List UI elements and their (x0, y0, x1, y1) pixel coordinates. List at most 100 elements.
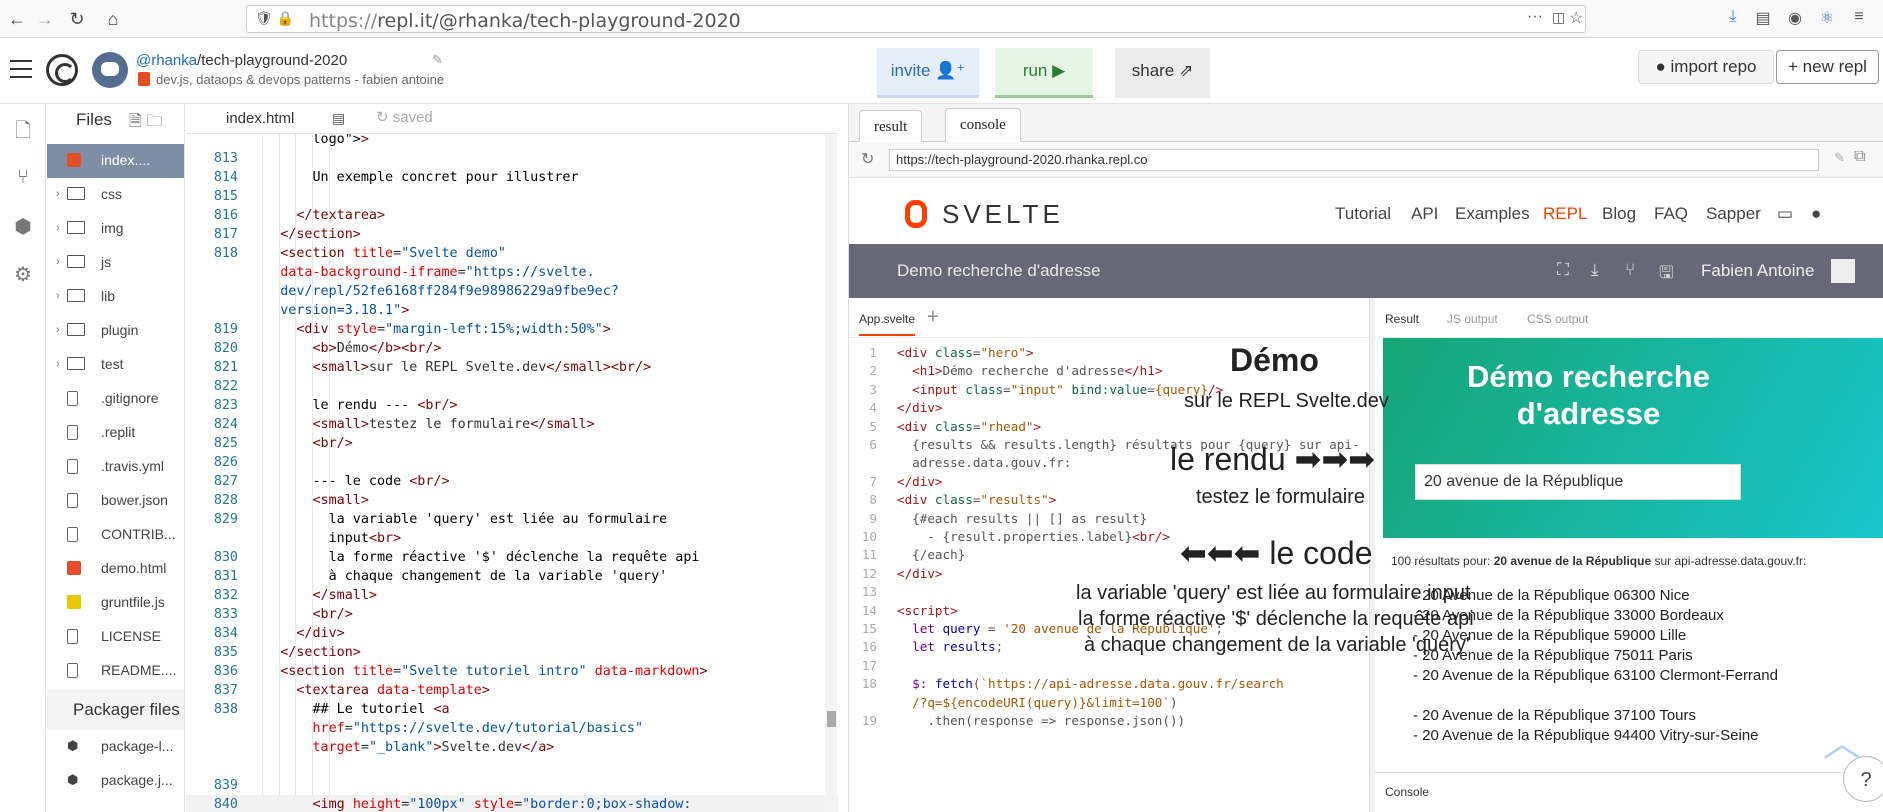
file-item[interactable]: .travis.yml (47, 450, 184, 484)
file-item[interactable]: index.... (47, 144, 184, 178)
code-line[interactable]: 814 Un exemple concret pour illustrer (186, 168, 838, 187)
code-line[interactable]: 838 ## Le tutoriel <a (186, 700, 838, 719)
hamburger-icon[interactable] (10, 60, 32, 78)
webview-url-input[interactable]: https://tech-playground-2020.rhanka.repl… (889, 149, 1819, 171)
chat-icon[interactable]: ▭ (1777, 204, 1793, 224)
code-line[interactable]: 832 </small> (186, 586, 838, 605)
forward-icon[interactable]: → (34, 8, 56, 30)
chevron-right-icon[interactable]: › (56, 348, 60, 380)
code-line[interactable]: 837 <textarea data-template> (186, 681, 838, 700)
code-line[interactable]: 817 </section> (186, 225, 838, 244)
nav-blog[interactable]: Blog (1602, 204, 1636, 224)
format-icon[interactable]: ▤ (332, 110, 345, 127)
download-icon[interactable]: ⤓ (1591, 260, 1599, 280)
pocket-icon[interactable]: ◫ (1552, 9, 1565, 26)
home-icon[interactable]: ⌂ (102, 8, 124, 30)
tab-index-html[interactable]: index.html (226, 110, 294, 127)
file-item[interactable]: .replit (47, 416, 184, 450)
file-item[interactable]: ⬢ package-l... (47, 730, 184, 764)
chevron-right-icon[interactable]: › (56, 280, 60, 312)
file-item[interactable]: bower.json (47, 484, 184, 518)
code-line[interactable]: dev/repl/52fe6168ff284f9e98986229a9fbe9e… (186, 282, 838, 301)
nav-sapper[interactable]: Sapper (1706, 204, 1761, 224)
reload-icon[interactable]: ↻ (66, 8, 88, 30)
save-icon[interactable]: 🖫 (1659, 260, 1673, 289)
help-button[interactable]: ? (1843, 756, 1883, 802)
file-item[interactable]: .gitignore (47, 382, 184, 416)
file-item[interactable]: › js (47, 246, 184, 280)
star-icon[interactable]: ☆ (1569, 8, 1583, 28)
library-icon[interactable]: ▤ (1752, 8, 1774, 28)
back-icon[interactable]: ← (6, 8, 28, 30)
code-editor[interactable]: logo">> 813 814 Un exemple concret pour il… (186, 134, 838, 812)
more-icon[interactable]: ··· (1527, 8, 1543, 26)
new-repl-button[interactable]: + new repl (1776, 50, 1879, 84)
code-line[interactable]: href="https://svelte.dev/tutorial/basics… (186, 719, 838, 738)
packages-icon[interactable]: ⬢ (11, 214, 35, 238)
code-line[interactable]: 824 <small>testez le formulaire</small> (186, 415, 838, 434)
react-devtools-icon[interactable]: ⚛ (1816, 8, 1838, 28)
code-line[interactable]: 833 <br/> (186, 605, 838, 624)
file-item[interactable]: › test (47, 348, 184, 382)
download-icon[interactable]: ⤓ (1722, 8, 1744, 26)
import-repo-button[interactable]: ● import repo (1638, 50, 1774, 84)
svelte-brand[interactable]: SVELTE (942, 199, 1064, 230)
code-line[interactable]: 825 <br/> (186, 434, 838, 453)
file-item[interactable]: › lib (47, 280, 184, 314)
file-item[interactable]: demo.html (47, 552, 184, 586)
file-item[interactable]: gruntfile.js (47, 586, 184, 620)
account-icon[interactable]: ◉ (1784, 8, 1806, 28)
file-item[interactable]: README.... (47, 654, 184, 688)
chevron-right-icon[interactable]: › (56, 314, 60, 346)
code-line[interactable]: 828 <small> (186, 491, 838, 510)
repl-title[interactable]: @rhanka/tech-playground-2020 (136, 52, 347, 69)
code-line[interactable]: 826 (186, 453, 838, 472)
run-button[interactable]: run ▶ (995, 48, 1093, 98)
code-line[interactable]: 819 <div style="margin-left:15%;width:50… (186, 320, 838, 339)
code-line[interactable]: target="_blank">Svelte.dev</a> (186, 738, 838, 757)
code-line[interactable]: 840 <img height="100px" style="border:0;… (186, 795, 838, 812)
edit-icon[interactable]: ✎ (1834, 150, 1845, 166)
chevron-right-icon[interactable]: › (56, 212, 60, 244)
nav-faq[interactable]: FAQ (1654, 204, 1688, 224)
replit-logo[interactable] (46, 54, 78, 86)
console-label[interactable]: Console (1385, 785, 1429, 799)
code-line[interactable]: 834 </div> (186, 624, 838, 643)
reload-icon[interactable]: ↻ (861, 149, 874, 169)
new-file-icon[interactable]: 🗎 🗀 (129, 110, 162, 137)
file-item[interactable]: CONTRIB... (47, 518, 184, 552)
tab-js-output[interactable]: JS output (1447, 312, 1498, 326)
chevron-right-icon[interactable]: › (56, 246, 60, 278)
code-line[interactable]: 821 <small>sur le REPL Svelte.dev</small… (186, 358, 838, 377)
file-item[interactable]: LICENSE (47, 620, 184, 654)
code-line[interactable]: 830 la forme réactive '$' déclenche la r… (186, 548, 838, 567)
code-line[interactable]: version=3.18.1"> (186, 301, 838, 320)
code-line[interactable]: 813 (186, 149, 838, 168)
code-line[interactable]: 831 à chaque changement de la variable '… (186, 567, 838, 586)
code-line[interactable]: 839 (186, 776, 838, 795)
github-icon[interactable]: ● (1811, 204, 1821, 224)
settings-icon[interactable]: ⚙ (11, 262, 35, 286)
code-line[interactable]: logo">> (186, 134, 838, 149)
tab-css-output[interactable]: CSS output (1527, 312, 1588, 326)
code-line[interactable] (186, 757, 838, 776)
tab-console[interactable]: console (945, 108, 1021, 142)
file-item[interactable]: › plugin (47, 314, 184, 348)
code-line[interactable]: 815 (186, 187, 838, 206)
code-line[interactable]: input<br> (186, 529, 838, 548)
code-line[interactable]: 829 la variable 'query' est liée au form… (186, 510, 838, 529)
version-control-icon[interactable]: ⑂ (11, 166, 35, 190)
fullscreen-icon[interactable]: ⛶ (1557, 260, 1569, 280)
file-item[interactable]: ⬢ package.j... (47, 764, 184, 798)
edit-icon[interactable]: ✎ (432, 52, 443, 68)
code-line[interactable]: 818 <section title="Svelte demo" (186, 244, 838, 263)
svelte-logo-icon[interactable] (905, 200, 927, 228)
avatar[interactable] (1831, 259, 1855, 283)
code-line[interactable]: 827 --- le code <br/> (186, 472, 838, 491)
nav-api[interactable]: API (1411, 204, 1438, 224)
file-item[interactable]: › img (47, 212, 184, 246)
files-icon[interactable]: 🗋 (11, 116, 35, 142)
tab-result[interactable]: result (859, 110, 923, 142)
tab-app-svelte[interactable]: App.svelte (859, 312, 916, 336)
file-item[interactable]: › css (47, 178, 184, 212)
